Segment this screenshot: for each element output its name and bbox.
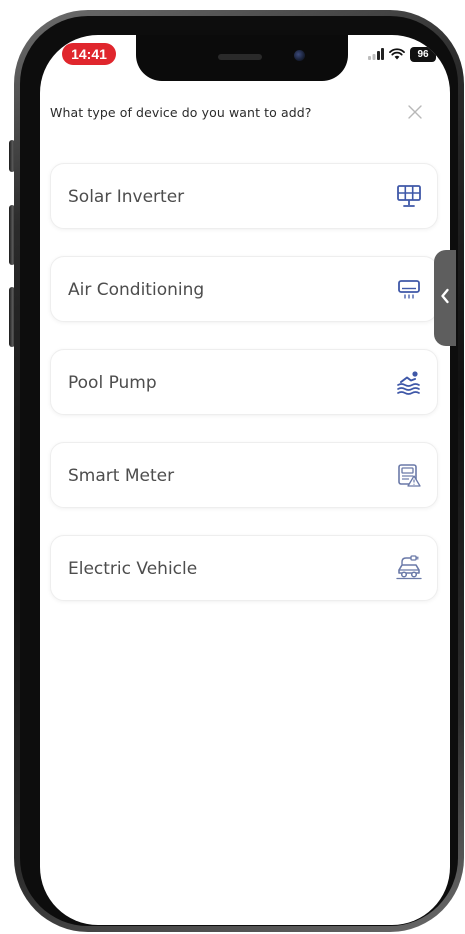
pool-swimmer-icon	[395, 369, 423, 395]
device-type-list: Solar Inverter Air Conditioning Pool Pum…	[50, 163, 438, 628]
phone-screen: 14:41 96 What type of device do you want…	[40, 35, 450, 925]
device-option-label: Air Conditioning	[68, 280, 205, 300]
chevron-left-icon	[440, 288, 450, 308]
smart-meter-icon	[395, 462, 423, 488]
device-option-label: Solar Inverter	[68, 187, 185, 207]
device-option-label: Pool Pump	[68, 373, 157, 393]
wifi-icon	[389, 45, 405, 64]
earpiece-speaker	[218, 54, 262, 60]
device-option-label: Electric Vehicle	[68, 559, 198, 579]
side-drawer-tab[interactable]	[434, 250, 456, 346]
status-time: 14:41	[62, 43, 116, 65]
status-indicators: 96	[368, 45, 436, 64]
device-option-pool-pump[interactable]: Pool Pump	[50, 349, 438, 415]
close-icon	[407, 104, 423, 124]
device-option-smart-meter[interactable]: Smart Meter	[50, 442, 438, 508]
device-screenshot: 14:41 96 What type of device do you want…	[0, 0, 465, 934]
notch	[136, 35, 348, 81]
device-option-electric-vehicle[interactable]: Electric Vehicle	[50, 535, 438, 601]
front-camera	[294, 50, 305, 61]
device-option-air-conditioning[interactable]: Air Conditioning	[50, 256, 438, 322]
battery-indicator: 96	[410, 47, 436, 62]
modal-title: What type of device do you want to add?	[50, 105, 312, 120]
electric-vehicle-icon	[395, 555, 423, 581]
close-button[interactable]	[404, 103, 426, 125]
device-option-label: Smart Meter	[68, 466, 175, 486]
device-option-solar-inverter[interactable]: Solar Inverter	[50, 163, 438, 229]
solar-panel-icon	[395, 183, 423, 209]
cellular-signal-icon	[368, 45, 384, 64]
air-conditioner-icon	[395, 276, 423, 302]
